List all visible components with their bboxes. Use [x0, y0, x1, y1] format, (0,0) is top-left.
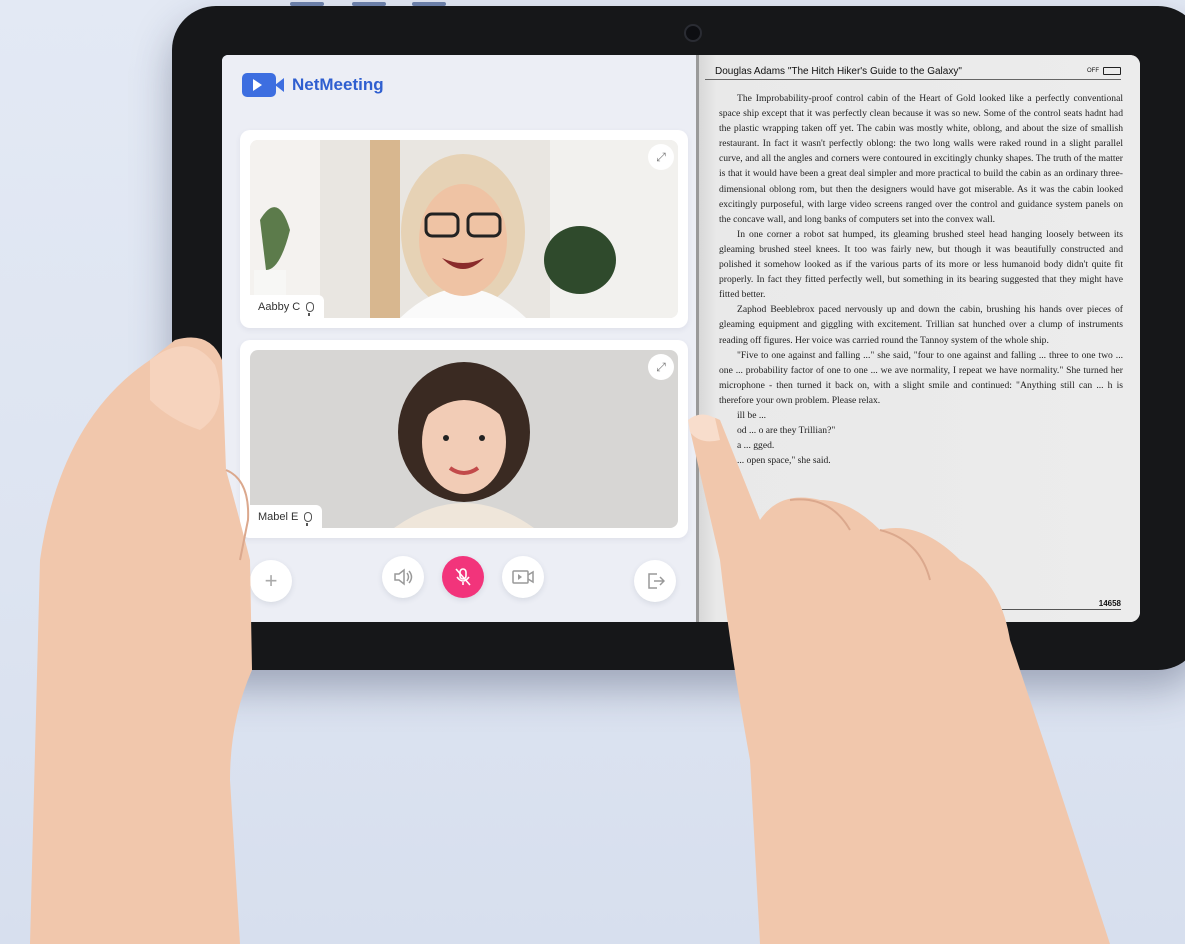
participant-tile[interactable]: ⤢ Aabby C	[240, 130, 688, 328]
participant-name: Aabby C	[258, 301, 301, 313]
battery-status: OFF	[1087, 67, 1121, 75]
video-camera-icon	[242, 73, 284, 97]
add-button[interactable]: +	[250, 560, 292, 602]
expand-icon[interactable]: ⤢	[648, 354, 674, 380]
paragraph: ... open space," she said.	[737, 455, 831, 467]
app-logo: NetMeeting	[242, 73, 384, 97]
add-icon: +	[264, 568, 278, 593]
paragraph: a ... gged.	[737, 440, 775, 452]
microphone-icon	[306, 302, 315, 316]
screen-share-button[interactable]	[502, 556, 544, 598]
screen-share-icon	[512, 570, 534, 584]
paragraph: "Five to one against and falling ..." sh…	[719, 349, 1123, 406]
meeting-app: NetMeeting ⤢ Aabby C ⤢ Mabel E +	[222, 55, 696, 622]
leave-button[interactable]	[634, 560, 676, 602]
mic-off-icon	[455, 568, 471, 586]
leave-icon	[648, 573, 665, 589]
ebook-reader[interactable]: Douglas Adams "The Hitch Hiker's Guide t…	[696, 55, 1140, 622]
paragraph: Zaphod Beeblebrox paced nervously up and…	[719, 304, 1123, 346]
paragraph: The Improbability-proof control cabin of…	[719, 93, 1123, 225]
speaker-icon	[394, 568, 413, 586]
app-name: NetMeeting	[292, 75, 384, 94]
tablet-screen: NetMeeting ⤢ Aabby C ⤢ Mabel E + Douglas…	[222, 55, 1140, 622]
mute-button[interactable]	[442, 556, 484, 598]
paragraph: ill be ...	[737, 409, 767, 421]
participant-tile[interactable]: ⤢ Mabel E	[240, 340, 688, 538]
participant-video-image	[250, 350, 678, 528]
participant-video	[250, 140, 678, 318]
battery-label: OFF	[1087, 68, 1099, 74]
book-text: The Improbability-proof control cabin of…	[719, 91, 1123, 468]
participant-video-image	[250, 140, 678, 318]
page-number: 14658	[761, 599, 1121, 610]
microphone-icon	[304, 512, 313, 526]
tablet-hardware-buttons	[290, 2, 450, 6]
participant-name-tag: Mabel E	[250, 505, 323, 528]
expand-icon[interactable]: ⤢	[648, 144, 674, 170]
participant-video	[250, 350, 678, 528]
battery-icon	[1103, 67, 1121, 75]
book-title: Douglas Adams "The Hitch Hiker's Guide t…	[715, 65, 962, 77]
paragraph: od ... o are they Trillian?"	[737, 425, 836, 437]
paragraph: In one corner a robot sat humped, its gl…	[719, 228, 1123, 301]
participant-name: Mabel E	[258, 511, 299, 523]
participant-name-tag: Aabby C	[250, 295, 325, 318]
front-camera-icon	[684, 24, 702, 42]
speaker-button[interactable]	[382, 556, 424, 598]
reader-header: Douglas Adams "The Hitch Hiker's Guide t…	[705, 63, 1121, 80]
